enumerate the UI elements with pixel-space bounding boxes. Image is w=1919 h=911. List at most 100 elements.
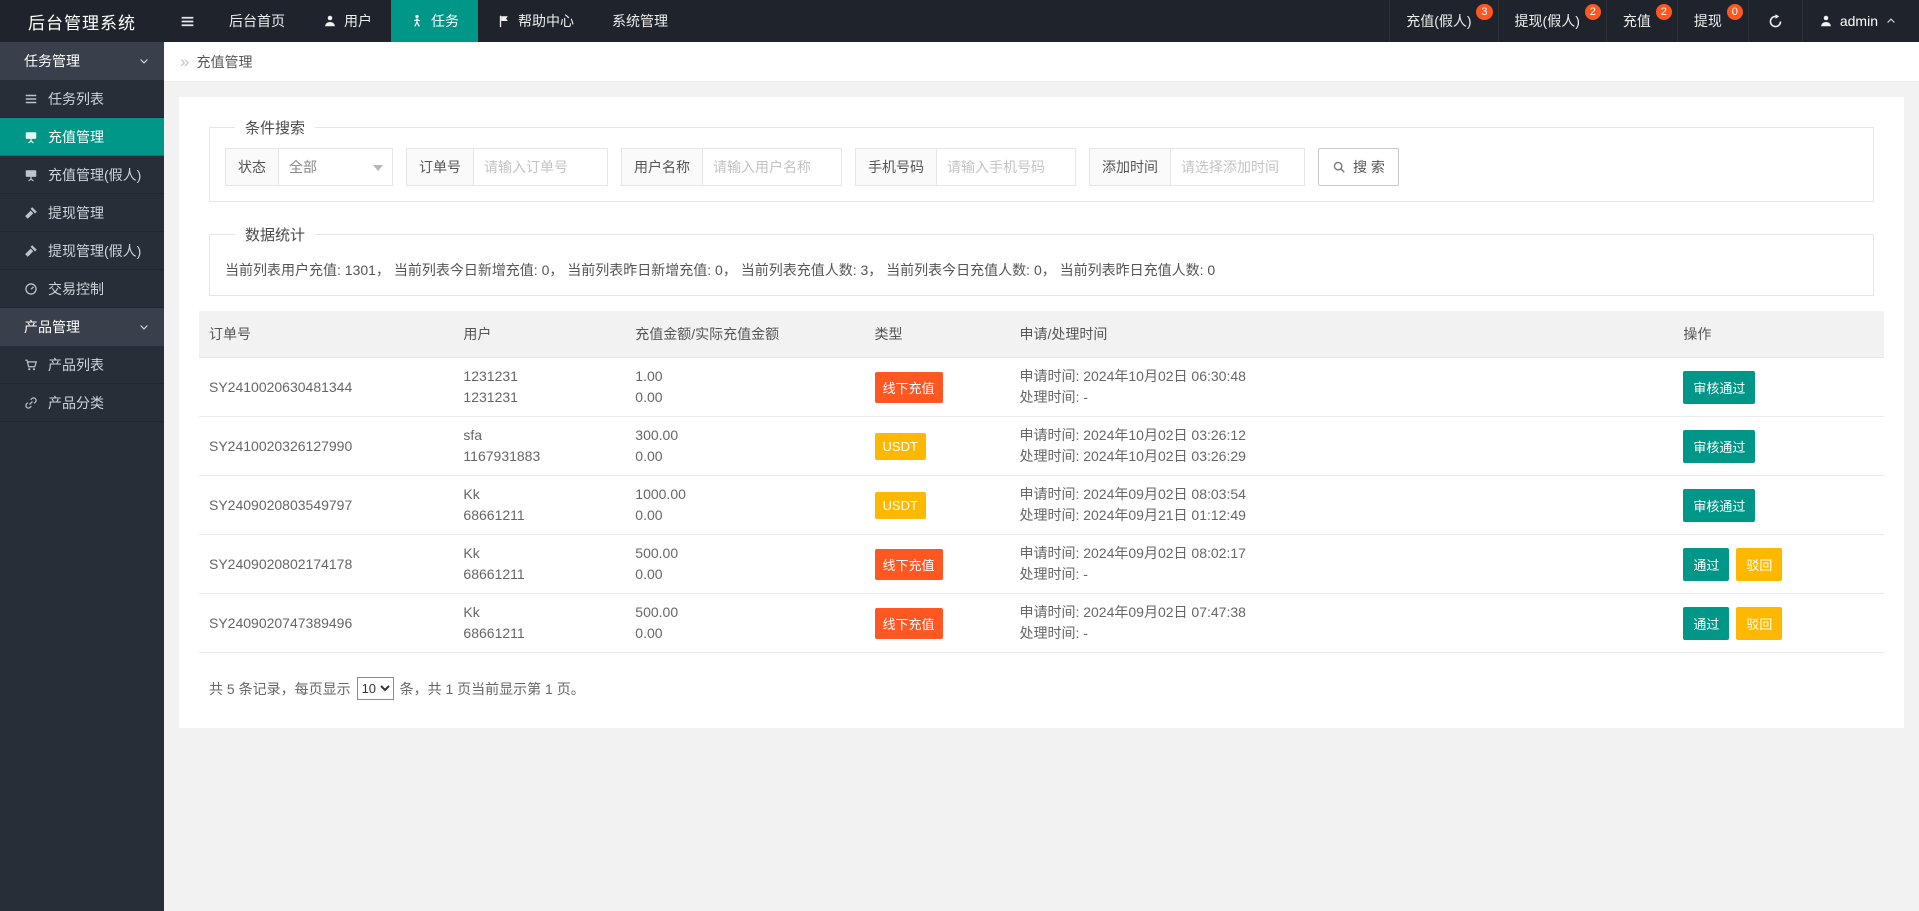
status-select[interactable]: 全部 [278,148,393,186]
approve-button[interactable]: 通过 [1683,607,1729,640]
amount-cell: 300.000.00 [625,417,864,476]
time-cell: 申请时间: 2024年10月02日 06:30:48处理时间: - [1009,358,1673,417]
pagination-prefix: 共 5 条记录，每页显示 [209,679,351,699]
main-area: » 充值管理 条件搜索 状态 全部 订单号 用户名称 [164,42,1919,911]
page-size-select[interactable]: 10 [357,677,394,700]
sidebar-item-withdraw-management[interactable]: 提现管理 [0,194,164,232]
col-user: 用户 [453,311,625,358]
actions-cell: 通过驳回 [1673,535,1884,594]
nav-home[interactable]: 后台首页 [210,0,304,42]
reject-button[interactable]: 驳回 [1736,607,1782,640]
actions-cell: 通过驳回 [1673,594,1884,653]
sidebar-item-product-list[interactable]: 产品列表 [0,346,164,384]
task-person-icon [410,14,424,28]
actions-cell: 审核通过 [1673,358,1884,417]
quick-recharge[interactable]: 充值 2 [1606,0,1677,42]
table-row: SY2409020747389496 Kk68661211 500.000.00… [199,594,1884,653]
count-badge: 0 [1727,4,1743,20]
add-time-input[interactable] [1170,148,1305,186]
hamburger-icon[interactable] [164,0,210,42]
amount-cell: 1.000.00 [625,358,864,417]
board-icon [24,130,38,144]
sidebar-item-recharge-management[interactable]: 充值管理 [0,118,164,156]
table-row: SY2409020802174178 Kk68661211 500.000.00… [199,535,1884,594]
type-cell: 线下充值 [865,358,1010,417]
user-name-input[interactable] [702,148,842,186]
user-menu[interactable]: admin [1802,0,1919,42]
hammer-icon [24,206,38,220]
time-cell: 申请时间: 2024年09月02日 08:02:17处理时间: - [1009,535,1673,594]
type-cell: 线下充值 [865,535,1010,594]
sidebar-item-task-list[interactable]: 任务列表 [0,80,164,118]
user-name-field: 用户名称 [621,148,842,186]
sidebar: 任务管理 任务列表 充值管理 充值管理(假人) [0,42,164,911]
order-no-cell: SY2410020326127990 [199,417,453,476]
stats-text: 当前列表用户充值: 1301， 当前列表今日新增充值: 0， 当前列表昨日新增充… [225,247,1858,280]
sidebar-item-withdraw-management-fake[interactable]: 提现管理(假人) [0,232,164,270]
nav-help-center[interactable]: 帮助中心 [478,0,593,42]
user-icon [323,14,337,28]
search-form: 状态 全部 订单号 用户名称 手机号码 [225,148,1858,186]
chevron-down-icon [138,55,150,67]
gauge-icon [24,282,38,296]
user-cell: Kk68661211 [453,594,625,653]
sidebar-item-recharge-management-fake[interactable]: 充值管理(假人) [0,156,164,194]
breadcrumb: » 充值管理 [164,42,1919,82]
user-cell: sfa1167931883 [453,417,625,476]
sidebar-group-task-management[interactable]: 任务管理 [0,42,164,80]
quick-recharge-fake[interactable]: 充值(假人) 3 [1389,0,1497,42]
refresh-icon[interactable] [1748,0,1802,42]
user-cell: 12312311231231 [453,358,625,417]
approve-button[interactable]: 审核通过 [1683,371,1755,404]
type-badge: 线下充值 [875,549,943,580]
top-header: 后台管理系统 后台首页 用户 任务 帮助中心 系统管理 [0,0,1919,42]
col-type: 类型 [865,311,1010,358]
stats-legend: 数据统计 [235,224,315,245]
amount-cell: 500.000.00 [625,594,864,653]
approve-button[interactable]: 审核通过 [1683,430,1755,463]
hammer-icon [24,244,38,258]
approve-button[interactable]: 通过 [1683,548,1729,581]
order-no-cell: SY2409020747389496 [199,594,453,653]
search-legend: 条件搜索 [235,117,315,138]
pagination-suffix: 条，共 1 页当前显示第 1 页。 [400,679,585,699]
order-no-cell: SY2409020803549797 [199,476,453,535]
phone-input[interactable] [936,148,1076,186]
nav-system[interactable]: 系统管理 [593,0,687,42]
username: admin [1840,13,1878,29]
phone-field: 手机号码 [855,148,1076,186]
app-logo: 后台管理系统 [0,0,164,42]
quick-withdraw-fake[interactable]: 提现(假人) 2 [1498,0,1606,42]
col-amount: 充值金额/实际充值金额 [625,311,864,358]
nav-users[interactable]: 用户 [304,0,391,42]
search-fieldset: 条件搜索 状态 全部 订单号 用户名称 手机号码 [209,117,1874,202]
order-no-cell: SY2410020630481344 [199,358,453,417]
page-title: 充值管理 [196,52,252,72]
order-no-input[interactable] [473,148,608,186]
table-header-row: 订单号 用户 充值金额/实际充值金额 类型 申请/处理时间 操作 [199,311,1884,358]
approve-button[interactable]: 审核通过 [1683,489,1755,522]
time-cell: 申请时间: 2024年10月02日 03:26:12处理时间: 2024年10月… [1009,417,1673,476]
time-cell: 申请时间: 2024年09月02日 08:03:54处理时间: 2024年09月… [1009,476,1673,535]
user-cell: Kk68661211 [453,476,625,535]
breadcrumb-arrow-icon: » [180,53,189,70]
stats-fieldset: 数据统计 当前列表用户充值: 1301， 当前列表今日新增充值: 0， 当前列表… [209,224,1874,296]
type-badge: 线下充值 [875,608,943,639]
table-row: SY2409020803549797 Kk68661211 1000.000.0… [199,476,1884,535]
count-badge: 3 [1476,4,1492,20]
sidebar-item-product-category[interactable]: 产品分类 [0,384,164,422]
reject-button[interactable]: 驳回 [1736,548,1782,581]
cart-icon [24,358,38,372]
quick-withdraw[interactable]: 提现 0 [1677,0,1748,42]
user-icon [1819,14,1833,28]
chevron-down-icon [138,321,150,333]
type-cell: USDT [865,417,1010,476]
nav-tasks[interactable]: 任务 [391,0,478,42]
sidebar-item-trade-control[interactable]: 交易控制 [0,270,164,308]
actions-cell: 审核通过 [1673,476,1884,535]
type-cell: USDT [865,476,1010,535]
add-time-field: 添加时间 [1089,148,1305,186]
sidebar-group-product-management[interactable]: 产品管理 [0,308,164,346]
top-nav: 后台首页 用户 任务 帮助中心 系统管理 [210,0,687,42]
search-button[interactable]: 搜 索 [1318,148,1399,186]
